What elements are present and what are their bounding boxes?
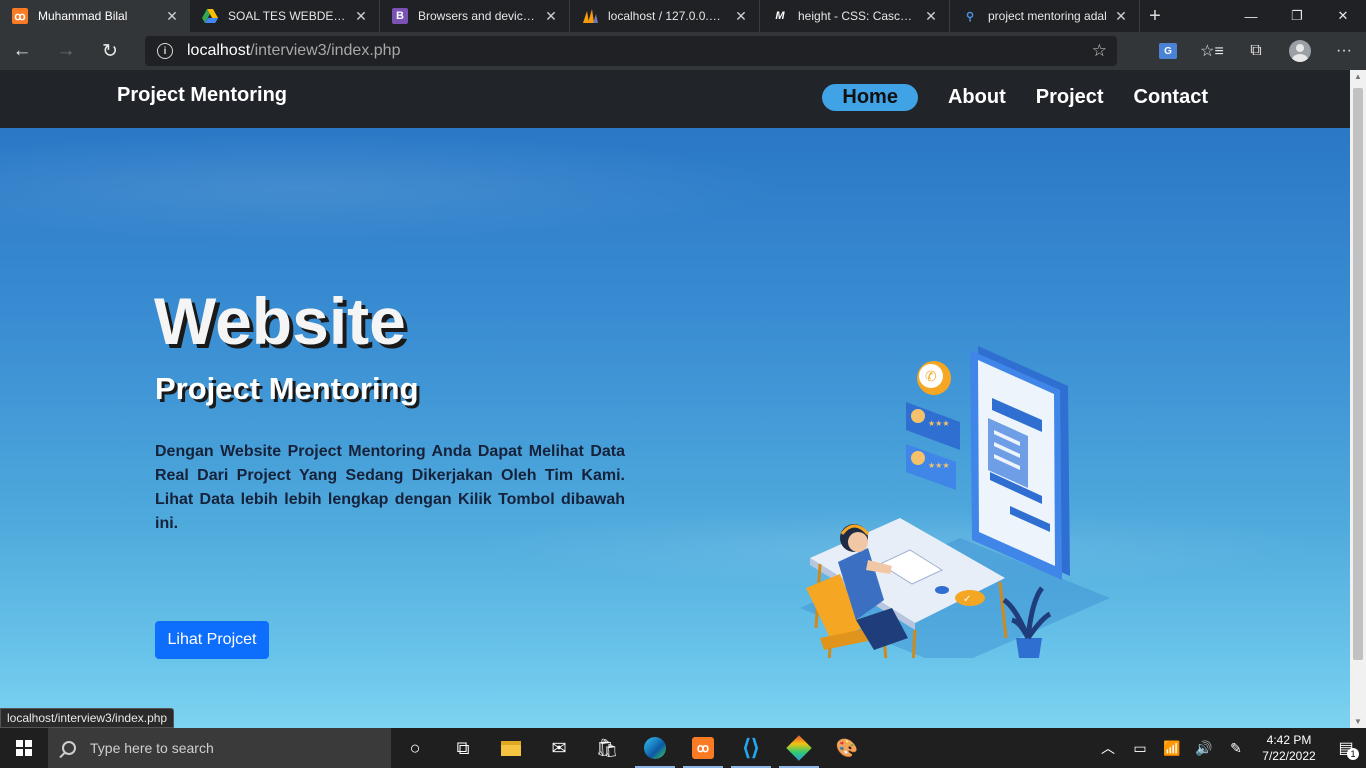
svg-text:★★★: ★★★ (928, 419, 950, 428)
bootstrap-icon: B (392, 8, 408, 24)
notification-icon[interactable]: ▤ 1 (1326, 728, 1366, 768)
notification-badge: 1 (1347, 748, 1359, 760)
tab-label: height - CSS: Cascading (798, 9, 917, 23)
nav-links: Home About Project Contact (822, 84, 1208, 111)
xampp-icon: ꝏ (12, 8, 28, 24)
nav-project[interactable]: Project (1036, 84, 1104, 111)
file-explorer-icon[interactable] (487, 728, 535, 768)
git-icon[interactable] (775, 728, 823, 768)
collections-icon[interactable]: ⧉ (1234, 32, 1278, 70)
wifi-icon[interactable]: 📶 (1156, 728, 1188, 768)
clock-date: 7/22/2022 (1262, 749, 1316, 763)
page-viewport: Project Mentoring Home About Project Con… (0, 70, 1350, 728)
vscode-icon[interactable]: ⟨⟩ (727, 728, 775, 768)
view-project-button[interactable]: Lihat Projcet (155, 621, 269, 659)
xampp-icon[interactable]: ꝏ (679, 728, 727, 768)
scroll-down-icon[interactable]: ▼ (1354, 717, 1362, 726)
close-icon[interactable]: ✕ (923, 8, 939, 25)
nav-home[interactable]: Home (822, 84, 918, 111)
cortana-icon[interactable]: ○ (391, 728, 439, 768)
tab-soal-tes[interactable]: SOAL TES WEBDEV DIG ✕ (190, 0, 380, 32)
forward-arrow-icon[interactable]: → (44, 32, 88, 70)
taskbar-clock[interactable]: 4:42 PM 7/22/2022 (1252, 732, 1326, 764)
url-path: /interview3/index.php (250, 42, 401, 59)
tab-label: Browsers and devices · (418, 9, 537, 23)
volume-icon[interactable]: 🔊 (1188, 728, 1220, 768)
address-bar[interactable]: i localhost /interview3/index.php ☆ (145, 36, 1117, 66)
task-view-icon[interactable]: ⧉ (439, 728, 487, 768)
browser-toolbar: ← → ↻ i localhost /interview3/index.php … (0, 32, 1366, 70)
search-icon (62, 741, 76, 755)
restore-icon[interactable]: ❐ (1274, 0, 1320, 32)
favorites-icon[interactable]: ☆≡ (1190, 32, 1234, 70)
system-tray: ︿ ▭ 📶 🔊 ✎ 4:42 PM 7/22/2022 ▤ 1 (1092, 728, 1366, 768)
url-host: localhost (187, 42, 251, 59)
tab-muhammad-bilal[interactable]: ꝏ Muhammad Bilal ✕ (0, 0, 190, 32)
tab-phpmyadmin[interactable]: localhost / 127.0.0.1 / in ✕ (570, 0, 760, 32)
tab-label: localhost / 127.0.0.1 / in (608, 9, 727, 23)
more-options-icon[interactable]: ··· (1322, 32, 1366, 70)
close-window-icon[interactable]: ✕ (1320, 0, 1366, 32)
tab-label: SOAL TES WEBDEV DIG (228, 9, 347, 23)
mdn-icon: M (775, 10, 785, 22)
page-scrollbar[interactable]: ▲ ▼ (1350, 70, 1366, 728)
google-drive-icon (202, 8, 218, 24)
search-icon: ⚲ (965, 10, 975, 23)
windows-logo-icon (16, 740, 32, 756)
site-navbar: Project Mentoring Home About Project Con… (0, 70, 1350, 128)
profile-avatar-icon[interactable] (1278, 32, 1322, 70)
nav-contact[interactable]: Contact (1134, 84, 1208, 111)
scroll-up-icon[interactable]: ▲ (1354, 72, 1362, 81)
tab-mdn[interactable]: M height - CSS: Cascading ✕ (760, 0, 950, 32)
back-arrow-icon[interactable]: ← (0, 32, 44, 70)
new-tab-button[interactable]: + (1140, 0, 1170, 32)
nav-about[interactable]: About (948, 84, 1006, 111)
info-icon[interactable]: i (157, 43, 173, 59)
taskbar-search-placeholder: Type here to search (90, 740, 214, 756)
favorite-star-icon[interactable]: ☆ (1092, 41, 1107, 61)
svg-text:✆: ✆ (925, 369, 937, 385)
windows-taskbar: Type here to search ○ ⧉ ✉ 🛍 ꝏ ⟨⟩ 🎨 ︿ ▭ 📶… (0, 728, 1366, 768)
hero-section: Website Project Mentoring Dengan Website… (0, 128, 1350, 728)
close-icon[interactable]: ✕ (164, 8, 180, 25)
store-icon[interactable]: 🛍 (583, 728, 631, 768)
translate-icon[interactable]: G (1146, 32, 1190, 70)
close-icon[interactable]: ✕ (543, 8, 559, 25)
navbar-brand[interactable]: Project Mentoring (117, 84, 287, 107)
taskbar-search[interactable]: Type here to search (48, 728, 391, 768)
tab-label: Muhammad Bilal (38, 9, 128, 23)
hero-subtitle: Project Mentoring (155, 371, 419, 406)
refresh-icon[interactable]: ↻ (88, 32, 132, 70)
svg-text:★★★: ★★★ (928, 461, 950, 470)
link-status-tooltip: localhost/interview3/index.php (0, 708, 175, 728)
battery-icon[interactable]: ▭ (1124, 728, 1156, 768)
window-controls: — ❐ ✕ (1228, 0, 1366, 32)
hero-title: Website (154, 284, 406, 358)
close-icon[interactable]: ✕ (733, 8, 749, 25)
paint-icon[interactable]: 🎨 (823, 728, 871, 768)
toolbar-right: G ☆≡ ⧉ ··· (1146, 32, 1366, 70)
chevron-up-icon[interactable]: ︿ (1092, 728, 1124, 768)
clock-time: 4:42 PM (1266, 733, 1312, 747)
scrollbar-thumb[interactable] (1353, 88, 1363, 660)
mail-icon[interactable]: ✉ (535, 728, 583, 768)
tab-search[interactable]: ⚲ project mentoring adal ✕ (950, 0, 1140, 32)
svg-text:✓: ✓ (963, 594, 971, 605)
hero-description: Dengan Website Project Mentoring Anda Da… (155, 443, 625, 532)
tab-bootstrap[interactable]: B Browsers and devices · ✕ (380, 0, 570, 32)
close-icon[interactable]: ✕ (353, 8, 369, 25)
close-icon[interactable]: ✕ (1113, 8, 1129, 25)
tab-strip: ꝏ Muhammad Bilal ✕ SOAL TES WEBDEV DIG ✕… (0, 0, 1366, 32)
start-button[interactable] (0, 728, 48, 768)
phpmyadmin-icon (582, 8, 598, 24)
pen-icon[interactable]: ✎ (1220, 728, 1252, 768)
customer-support-illustration: ✆ ★★★ ★★★ ✓ (800, 346, 1110, 658)
minimize-icon[interactable]: — (1228, 0, 1274, 32)
edge-icon[interactable] (631, 728, 679, 768)
tab-label: project mentoring adal (988, 9, 1107, 23)
